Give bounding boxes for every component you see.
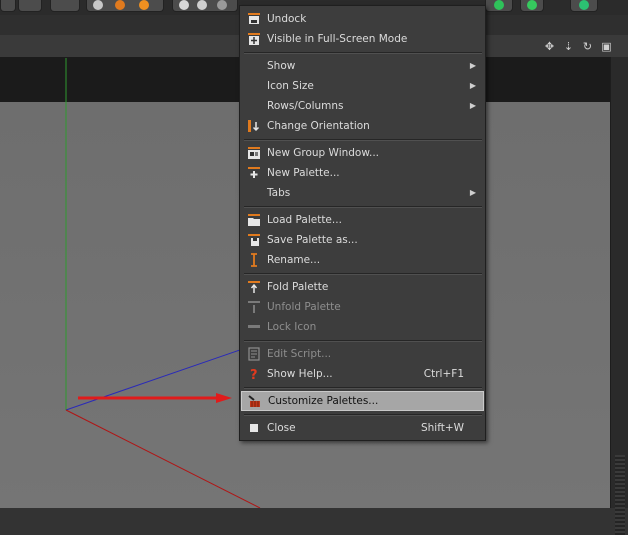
menu-item-rows-columns[interactable]: Rows/Columns ▶ [241, 96, 484, 116]
menu-item-tabs[interactable]: Tabs ▶ [241, 183, 484, 203]
fullscreen-icon [248, 33, 260, 45]
down-arrows-icon[interactable]: ⇣ [563, 41, 574, 52]
toolbar-button-group[interactable] [172, 0, 238, 12]
toolbar-button[interactable] [0, 0, 16, 12]
customize-icon [248, 395, 260, 407]
menu-separator [244, 387, 482, 389]
submenu-arrow-icon: ▶ [469, 81, 476, 90]
unfold-icon [248, 301, 260, 313]
menu-item-show[interactable]: Show ▶ [241, 56, 484, 76]
menu-separator [244, 206, 482, 208]
menu-separator [244, 273, 482, 275]
rotate-icon[interactable]: ↻ [582, 41, 593, 52]
menu-item-show-help[interactable]: ? Show Help... Ctrl+F1 [241, 364, 484, 384]
menu-item-icon-size[interactable]: Icon Size ▶ [241, 76, 484, 96]
toolbar-button[interactable] [570, 0, 598, 12]
toolbar-button[interactable] [50, 0, 80, 12]
group-window-icon [248, 147, 260, 159]
help-icon: ? [250, 368, 258, 381]
menu-item-new-palette[interactable]: New Palette... [241, 163, 484, 183]
move-icon[interactable]: ✥ [544, 41, 555, 52]
menu-item-close[interactable]: Close Shift+W [241, 418, 484, 438]
right-panel-scrollbar[interactable] [610, 57, 628, 535]
menu-item-rename[interactable]: Rename... [241, 250, 484, 270]
menu-item-visible-fullscreen[interactable]: Visible in Full-Screen Mode [241, 29, 484, 49]
palette-context-menu: Undock Visible in Full-Screen Mode Show … [239, 5, 486, 441]
orientation-icon [248, 120, 260, 132]
menu-item-new-group-window[interactable]: New Group Window... [241, 143, 484, 163]
submenu-arrow-icon: ▶ [469, 61, 476, 70]
submenu-arrow-icon: ▶ [469, 188, 476, 197]
menu-item-edit-script[interactable]: Edit Script... [241, 344, 484, 364]
svg-text:?: ? [250, 368, 258, 381]
menu-item-load-palette[interactable]: Load Palette... [241, 210, 484, 230]
toolbar-button[interactable] [18, 0, 42, 12]
save-palette-icon [248, 234, 260, 246]
lock-icon [248, 325, 260, 328]
folder-icon [248, 214, 260, 226]
new-palette-icon [248, 167, 260, 178]
scroll-grip[interactable] [615, 455, 625, 535]
menu-item-save-palette-as[interactable]: Save Palette as... [241, 230, 484, 250]
menu-item-unfold-palette[interactable]: Unfold Palette [241, 297, 484, 317]
close-square-icon [250, 424, 258, 432]
toolbar-button-group[interactable] [86, 0, 164, 12]
menu-item-lock-icon[interactable]: Lock Icon [241, 317, 484, 337]
fold-icon [248, 281, 260, 293]
undock-icon [248, 13, 260, 24]
menu-item-fold-palette[interactable]: Fold Palette [241, 277, 484, 297]
menu-item-change-orientation[interactable]: Change Orientation [241, 116, 484, 136]
menu-separator [244, 414, 482, 416]
script-icon [248, 347, 260, 361]
menu-separator [244, 52, 482, 54]
viewport-nav-icons: ✥ ⇣ ↻ ▣ [544, 39, 612, 53]
rename-icon [251, 253, 257, 267]
menu-separator [244, 340, 482, 342]
toolbar-button[interactable] [520, 0, 544, 12]
maximize-icon[interactable]: ▣ [601, 41, 612, 52]
menu-separator [244, 139, 482, 141]
toolbar-button[interactable] [485, 0, 513, 12]
menu-item-customize-palettes[interactable]: Customize Palettes... [241, 391, 484, 411]
menu-item-undock[interactable]: Undock [241, 9, 484, 29]
submenu-arrow-icon: ▶ [469, 101, 476, 110]
